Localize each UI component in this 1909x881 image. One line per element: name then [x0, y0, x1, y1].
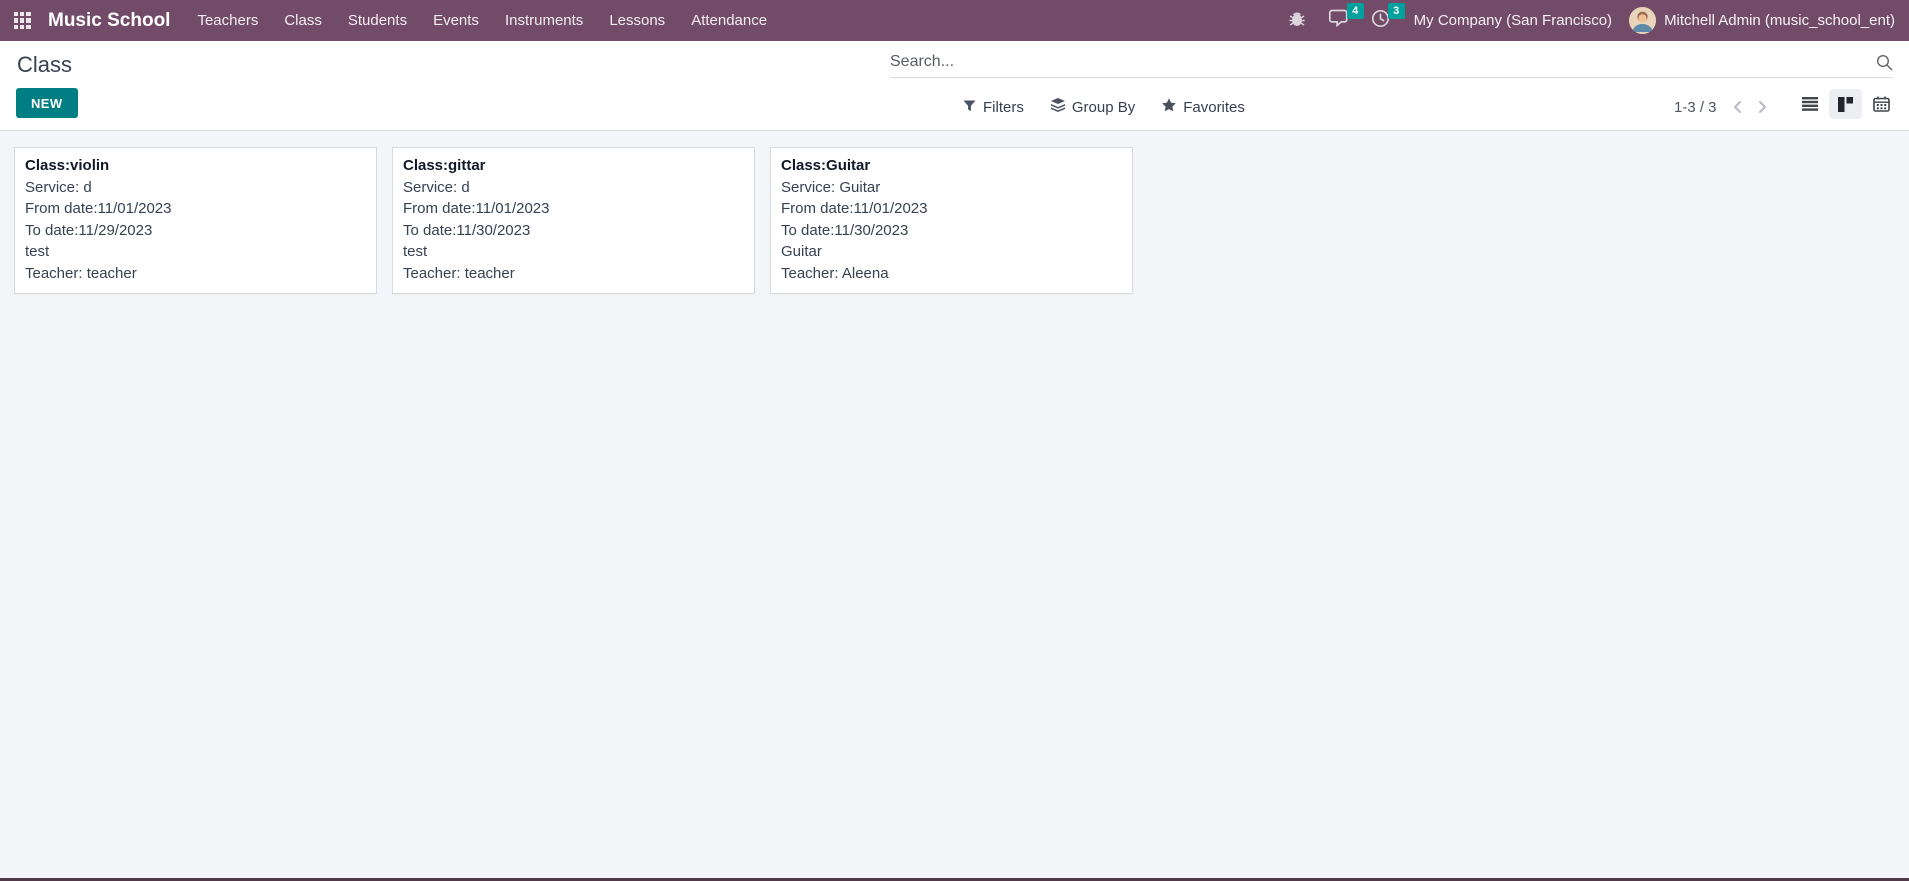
- card-from-date: From date:11/01/2023: [403, 200, 550, 217]
- card-teacher: Teacher: teacher: [25, 264, 137, 282]
- card-title: Class:violin: [25, 157, 110, 174]
- apps-icon: [13, 12, 31, 29]
- kanban-view: Class:violin Service: d From date:11/01/…: [0, 130, 1909, 878]
- card-teacher: Teacher: Aleena: [781, 264, 889, 282]
- kanban-view-icon: [1838, 96, 1853, 112]
- kanban-card-guitar[interactable]: Class:Guitar Service: Guitar From date:1…: [770, 147, 1133, 294]
- pager-nav: [1733, 100, 1767, 114]
- kanban-card-gittar[interactable]: Class:gittar Service: d From date:11/01/…: [392, 147, 755, 294]
- bug-icon: [1288, 9, 1306, 32]
- search-icon: [1876, 54, 1893, 71]
- pager-previous-button[interactable]: [1733, 100, 1742, 114]
- apps-menu-button[interactable]: [0, 0, 44, 41]
- list-view-icon: [1801, 97, 1818, 111]
- favorites-label: Favorites: [1183, 98, 1245, 116]
- pager-next-button[interactable]: [1758, 100, 1767, 114]
- user-menu[interactable]: Mitchell Admin (music_school_ent): [1625, 7, 1899, 34]
- user-avatar: [1629, 7, 1657, 34]
- search-options: Filters Group By Favorites: [963, 94, 1245, 120]
- calendar-view-icon: [1873, 96, 1890, 112]
- top-navbar: Music School Teachers Class Students Eve…: [0, 0, 1909, 41]
- menu-item-attendance[interactable]: Attendance: [678, 0, 780, 41]
- menu-item-teachers[interactable]: Teachers: [184, 0, 271, 41]
- activities-button[interactable]: 3: [1360, 0, 1405, 41]
- list-view-button[interactable]: [1793, 89, 1826, 119]
- menu-item-class[interactable]: Class: [271, 0, 335, 41]
- filters-icon: [963, 99, 976, 116]
- favorites-star-icon: [1162, 98, 1177, 116]
- activities-clock-icon: [1371, 9, 1390, 33]
- systray: 4 3 My Company (San Francisco) Mitchell …: [1277, 0, 1909, 41]
- pager: 1-3 / 3: [1674, 94, 1767, 120]
- pager-range[interactable]: 1-3 / 3: [1674, 99, 1717, 116]
- app-window: Music School Teachers Class Students Eve…: [0, 0, 1909, 881]
- group-by-icon: [1050, 98, 1065, 116]
- messages-icon: [1328, 9, 1349, 32]
- debug-button[interactable]: [1277, 0, 1317, 41]
- user-name: Mitchell Admin (music_school_ent): [1664, 12, 1895, 29]
- card-teacher: Teacher: teacher: [403, 264, 515, 282]
- card-description: test: [25, 243, 50, 260]
- card-title: Class:Guitar: [781, 157, 871, 174]
- card-from-date: From date:11/01/2023: [781, 200, 928, 217]
- company-switcher[interactable]: My Company (San Francisco): [1401, 12, 1625, 29]
- main-menu: Teachers Class Students Events Instrumen…: [184, 0, 780, 41]
- card-description: test: [403, 243, 428, 260]
- calendar-view-button[interactable]: [1865, 89, 1898, 119]
- menu-item-lessons[interactable]: Lessons: [596, 0, 678, 41]
- card-description: Guitar: [781, 243, 822, 260]
- menu-item-students[interactable]: Students: [335, 0, 420, 41]
- card-from-date: From date:11/01/2023: [25, 200, 172, 217]
- page-title: Class: [17, 52, 73, 77]
- search-input[interactable]: [890, 53, 1868, 71]
- group-by-label: Group By: [1071, 98, 1136, 116]
- activities-count-badge: 3: [1387, 3, 1405, 19]
- filters-label: Filters: [983, 98, 1024, 116]
- card-to-date: To date:11/29/2023: [25, 221, 153, 239]
- menu-item-events[interactable]: Events: [420, 0, 492, 41]
- card-service: Service: d: [403, 178, 470, 196]
- view-switcher: [1793, 89, 1898, 119]
- new-record-button[interactable]: NEW: [16, 88, 78, 118]
- card-service: Service: Guitar: [781, 178, 881, 196]
- kanban-view-button[interactable]: [1829, 89, 1862, 119]
- menu-item-instruments[interactable]: Instruments: [492, 0, 596, 41]
- card-to-date: To date:11/30/2023: [403, 221, 531, 239]
- messages-button[interactable]: 4: [1317, 0, 1364, 41]
- app-brand[interactable]: Music School: [44, 10, 184, 32]
- favorites-dropdown[interactable]: Favorites: [1162, 98, 1245, 116]
- control-panel: Class NEW Filters: [0, 41, 1909, 130]
- filters-dropdown[interactable]: Filters: [963, 99, 1024, 116]
- search-bar: [890, 47, 1893, 78]
- next-icon: [1758, 101, 1766, 113]
- group-by-dropdown[interactable]: Group By: [1050, 98, 1136, 116]
- card-title: Class:gittar: [403, 157, 486, 174]
- card-service: Service: d: [25, 178, 92, 196]
- card-to-date: To date:11/30/2023: [781, 221, 909, 239]
- previous-icon: [1733, 101, 1741, 113]
- kanban-card-violin[interactable]: Class:violin Service: d From date:11/01/…: [14, 147, 377, 294]
